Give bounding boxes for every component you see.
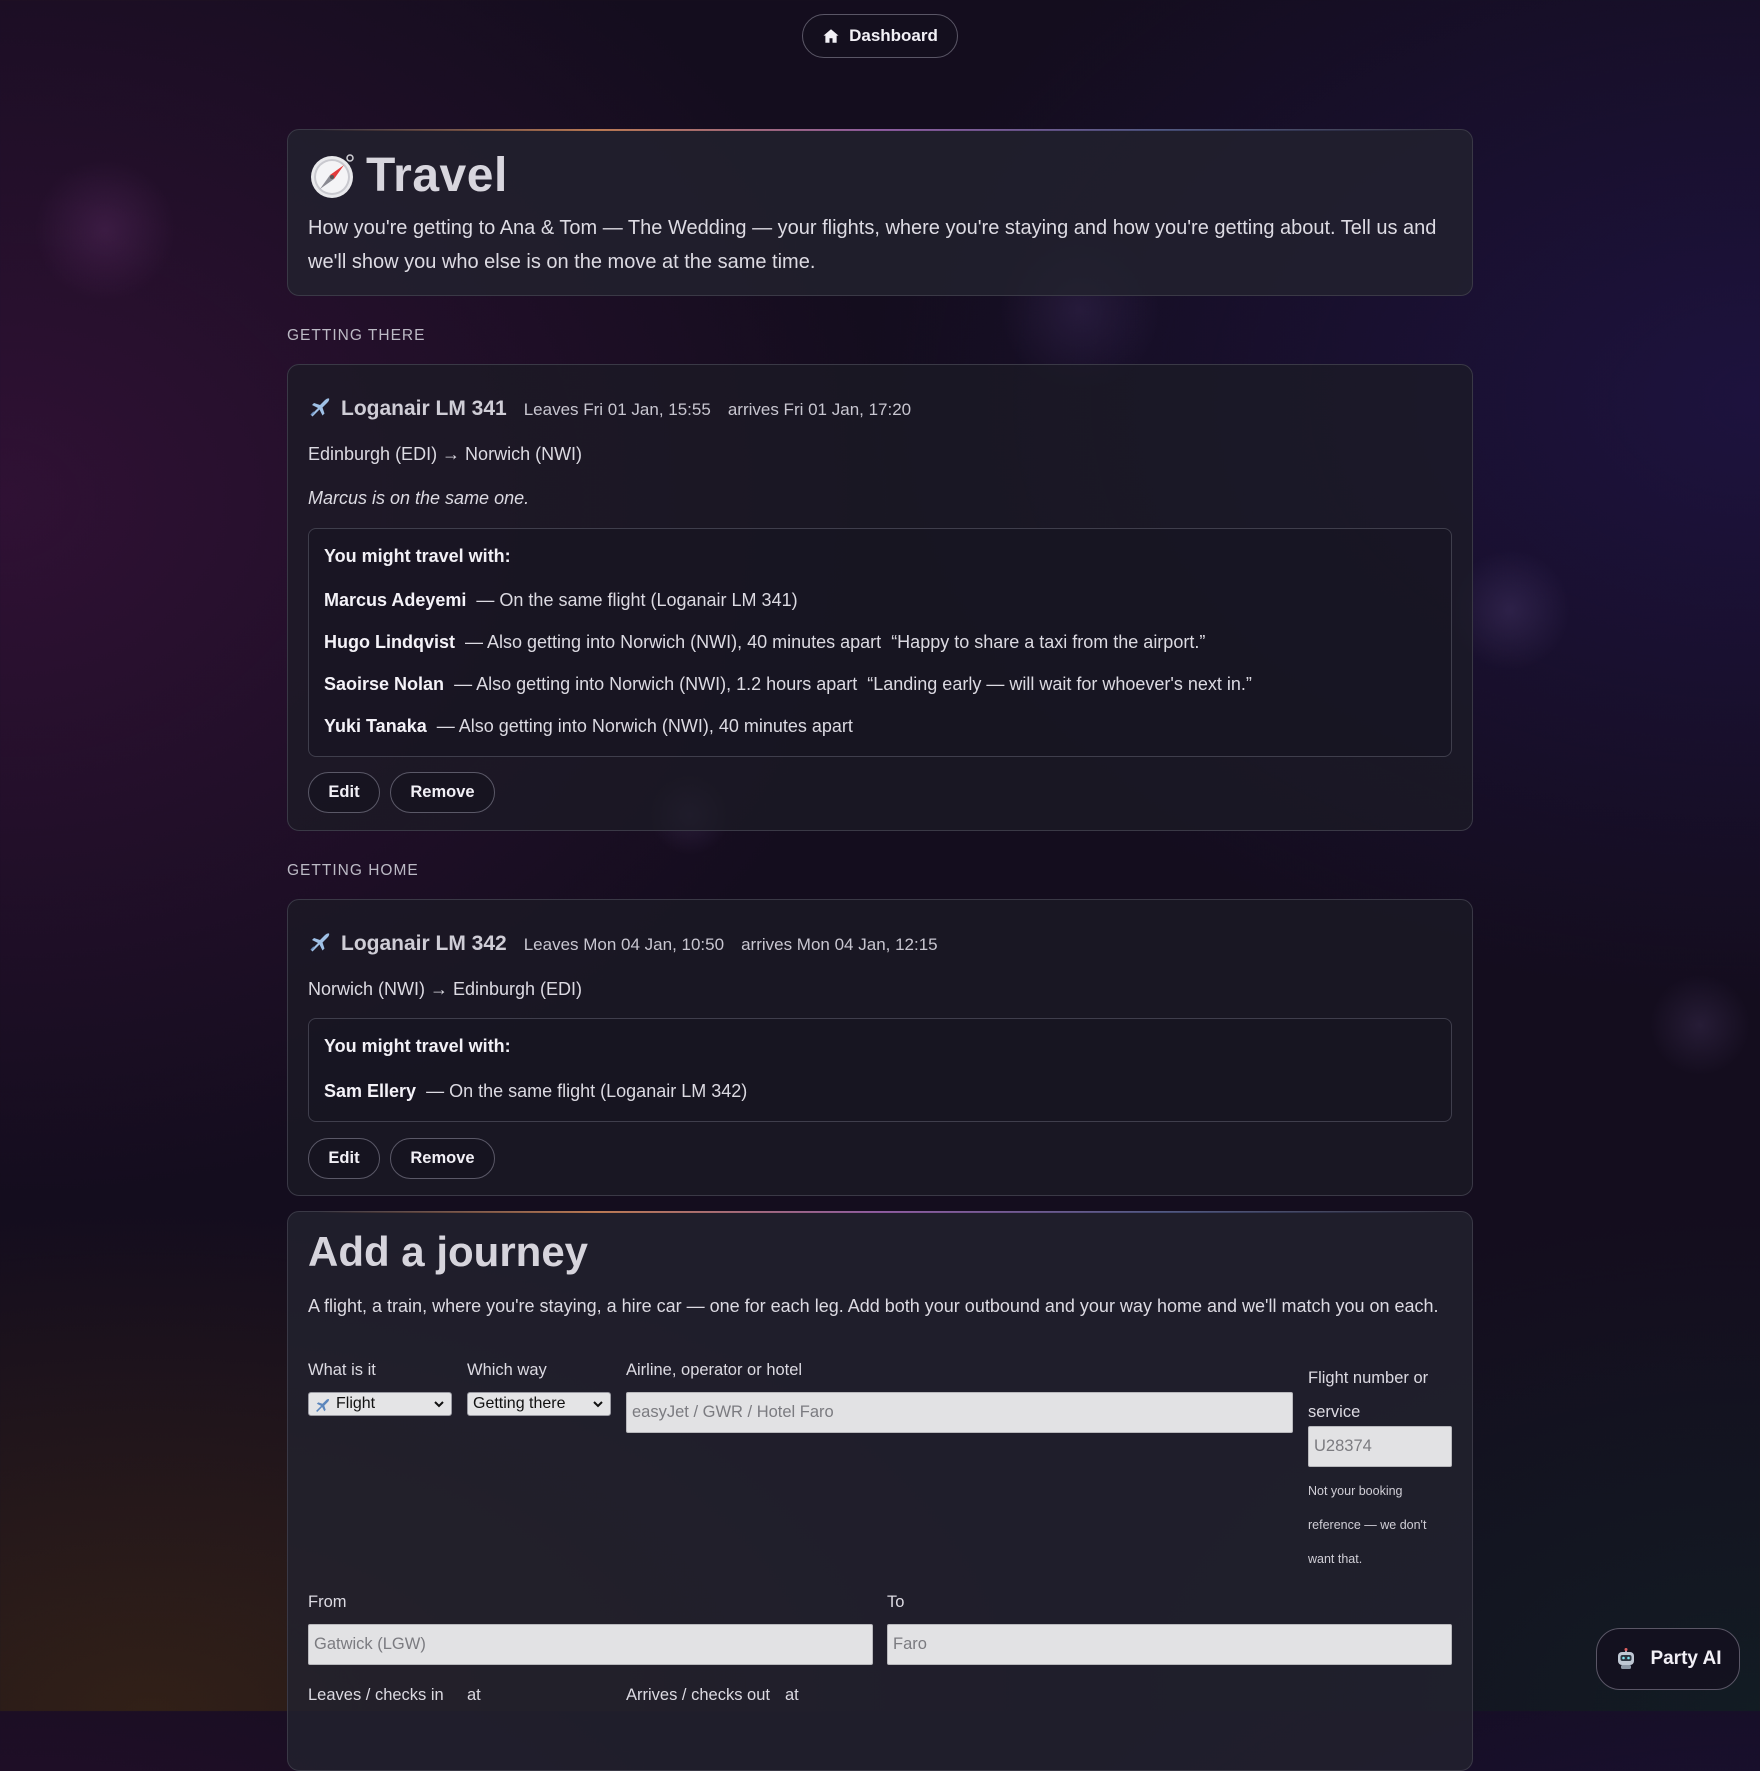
add-journey-card: Add a journey A flight, a train, where y… [287, 1211, 1473, 1771]
companion-name: Hugo Lindqvist [324, 632, 455, 652]
same-flight-note: Marcus is on the same one. [308, 488, 530, 508]
dashboard-button[interactable]: Dashboard [802, 14, 958, 58]
flight-number-input[interactable]: U28374 [1308, 1426, 1452, 1467]
airplane-icon [316, 1398, 330, 1412]
leaves-label: Leaves / checks in [308, 1686, 444, 1704]
add-journey-title: Add a journey [308, 1228, 589, 1275]
direction-select[interactable]: Getting there [467, 1392, 611, 1416]
robot-icon [1618, 1648, 1635, 1669]
page-description: How you're getting to Ana & Tom — The We… [308, 217, 1437, 273]
travel-header-card: Travel How you're getting to Ana & Tom —… [287, 129, 1473, 296]
compass-icon [311, 153, 354, 198]
edit-button[interactable]: Edit [308, 1138, 380, 1179]
flight-route: Norwich (NWI) → Edinburgh (EDI) [308, 979, 583, 999]
home-icon [823, 29, 839, 43]
flight-name: Loganair LM 341 [341, 397, 507, 420]
remove-button[interactable]: Remove [390, 772, 495, 813]
section-label-getting-home: GETTING HOME [287, 862, 419, 879]
airplane-icon [310, 398, 330, 417]
flight-departure: Leaves Fri 01 Jan, 15:55 [523, 400, 711, 419]
companion-row: Hugo Lindqvist — Also getting into Norwi… [324, 632, 1205, 653]
number-label: Flight number or service [1308, 1369, 1429, 1421]
from-input[interactable]: Gatwick (LGW) [308, 1624, 873, 1665]
companion-name: Saoirse Nolan [324, 674, 445, 694]
add-journey-subtitle: A flight, a train, where you're staying,… [308, 1296, 1439, 1316]
operator-label: Airline, operator or hotel [626, 1361, 803, 1379]
trip-card-return: Loganair LM 342 Leaves Mon 04 Jan, 10:50… [287, 899, 1473, 1196]
chevron-down-icon [434, 1401, 444, 1408]
companion-detail: — Also getting into Norwich (NWI), 40 mi… [436, 716, 853, 736]
arrives-at-label: at [785, 1686, 799, 1704]
operator-input[interactable]: easyJet / GWR / Hotel Faro [626, 1392, 1293, 1433]
what-label: What is it [308, 1361, 376, 1379]
dashboard-label: Dashboard [849, 26, 938, 45]
companion-detail: — On the same flight (Loganair LM 341) [476, 590, 798, 610]
to-label: To [887, 1593, 905, 1611]
airplane-icon [310, 933, 330, 952]
flight-departure: Leaves Mon 04 Jan, 10:50 [523, 935, 725, 954]
flight-route: Edinburgh (EDI) → Norwich (NWI) [308, 444, 583, 464]
type-select[interactable]: Flight [308, 1392, 452, 1416]
companion-detail: — Also getting into Norwich (NWI), 1.2 h… [454, 674, 858, 694]
way-label: Which way [467, 1361, 547, 1379]
flight-name: Loganair LM 342 [341, 932, 507, 955]
edit-button[interactable]: Edit [308, 772, 380, 813]
party-ai-button[interactable]: Party AI [1596, 1628, 1740, 1690]
page-title: Travel [366, 149, 508, 202]
companion-detail: — Also getting into Norwich (NWI), 40 mi… [465, 632, 882, 652]
companion-quote: “Landing early — will wait for whoever's… [867, 674, 1252, 694]
companion-quote: “Happy to share a taxi from the airport.… [891, 632, 1206, 652]
leaves-at-label: at [467, 1686, 481, 1704]
companions-title: You might travel with: [324, 1036, 511, 1056]
to-input[interactable]: Faro [887, 1624, 1452, 1665]
section-label-getting-there: GETTING THERE [287, 327, 426, 344]
companion-name: Yuki Tanaka [324, 716, 427, 736]
chevron-down-icon [593, 1401, 603, 1408]
companion-detail: — On the same flight (Loganair LM 342) [426, 1081, 748, 1101]
arrives-label: Arrives / checks out [626, 1686, 770, 1704]
flight-arrival: arrives Fri 01 Jan, 17:20 [727, 400, 912, 419]
companion-name: Marcus Adeyemi [324, 590, 467, 610]
direction-select-value: Getting there [473, 1395, 566, 1412]
companion-name: Sam Ellery [324, 1081, 417, 1101]
flight-arrival: arrives Mon 04 Jan, 12:15 [741, 935, 938, 954]
trip-card-outbound: Loganair LM 341 Leaves Fri 01 Jan, 15:55… [287, 364, 1473, 831]
companion-row: Marcus Adeyemi — On the same flight (Log… [324, 590, 798, 611]
from-label: From [308, 1593, 347, 1611]
party-ai-label: Party AI [1650, 1648, 1722, 1669]
type-select-value: Flight [336, 1395, 376, 1412]
companion-row: Yuki Tanaka — Also getting into Norwich … [324, 716, 853, 737]
companion-row: Sam Ellery — On the same flight (Loganai… [324, 1081, 747, 1102]
companions-box: You might travel with: Marcus Adeyemi — … [308, 528, 1452, 757]
companion-row: Saoirse Nolan — Also getting into Norwic… [324, 674, 1252, 695]
companions-title: You might travel with: [324, 546, 511, 566]
number-hint: Not your booking reference — we don't wa… [1308, 1484, 1427, 1566]
companions-box: You might travel with: Sam Ellery — On t… [308, 1018, 1452, 1122]
remove-button[interactable]: Remove [390, 1138, 495, 1179]
